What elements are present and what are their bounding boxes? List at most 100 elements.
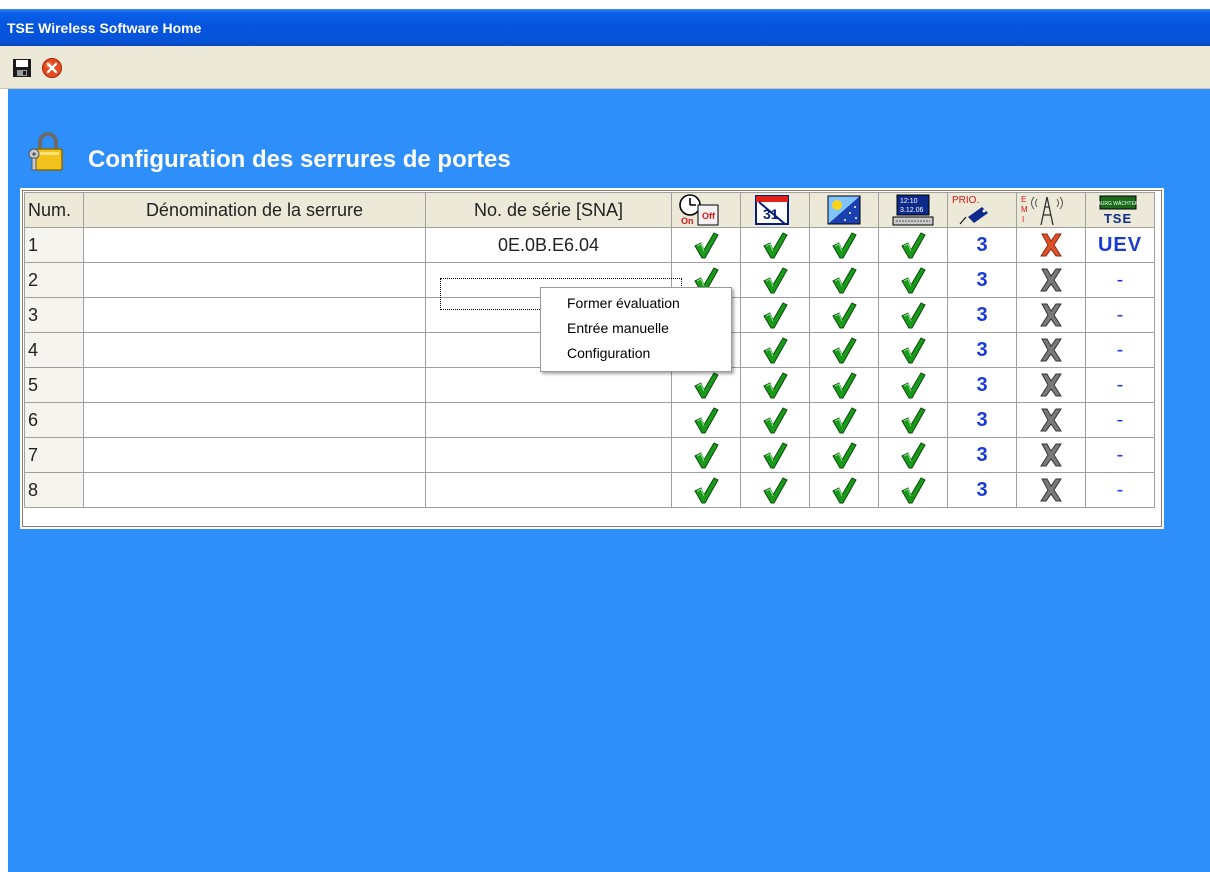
header-serial[interactable]: No. de série [SNA]	[425, 192, 672, 228]
header-emi[interactable]: E M I	[1016, 192, 1086, 228]
header-priority[interactable]: PRIO.	[947, 192, 1017, 228]
svg-text:E: E	[1021, 195, 1026, 204]
prio-cell[interactable]: 3	[947, 227, 1017, 263]
check-icon	[763, 477, 788, 504]
prio-cell[interactable]: 3	[947, 437, 1017, 473]
serial-cell[interactable]: 0E.0B.E6.04	[425, 227, 672, 263]
emi-cell[interactable]	[1016, 262, 1086, 298]
datetime-cell[interactable]	[878, 227, 948, 263]
close-button[interactable]	[41, 57, 63, 79]
menu-item-former-evaluation[interactable]: Former évaluation	[567, 295, 680, 311]
clock-cell[interactable]	[671, 437, 741, 473]
header-clock[interactable]: On Off	[671, 192, 741, 228]
day-night-cell[interactable]	[809, 437, 879, 473]
lock-name-cell[interactable]	[83, 227, 426, 263]
table-row[interactable]: 1 0E.0B.E6.04 3 UEV	[24, 227, 1155, 263]
datetime-cell[interactable]	[878, 472, 948, 508]
tse-cell[interactable]: -	[1085, 367, 1155, 403]
emi-cell[interactable]	[1016, 297, 1086, 333]
lock-name-cell[interactable]	[83, 472, 426, 508]
table-row[interactable]: 8 3 -	[24, 472, 1155, 508]
emi-cell[interactable]	[1016, 402, 1086, 438]
lock-name-cell[interactable]	[83, 402, 426, 438]
tse-cell[interactable]: -	[1085, 332, 1155, 368]
client-area: Configuration des serrures de portes Num…	[8, 89, 1210, 872]
clock-cell[interactable]	[671, 367, 741, 403]
prio-cell[interactable]: 3	[947, 472, 1017, 508]
tse-cell[interactable]: -	[1085, 472, 1155, 508]
lock-name-cell[interactable]	[83, 297, 426, 333]
header-num[interactable]: Num.	[24, 192, 84, 228]
emi-cell[interactable]	[1016, 227, 1086, 263]
emi-cell[interactable]	[1016, 472, 1086, 508]
calendar-cell[interactable]	[740, 332, 810, 368]
calendar-cell[interactable]	[740, 437, 810, 473]
day-night-cell[interactable]	[809, 332, 879, 368]
tse-cell[interactable]: -	[1085, 402, 1155, 438]
header-name[interactable]: Dénomination de la serrure	[83, 192, 426, 228]
tse-cell[interactable]: -	[1085, 297, 1155, 333]
table-row[interactable]: 6 3 -	[24, 402, 1155, 438]
check-icon	[763, 407, 788, 434]
serial-cell[interactable]	[425, 437, 672, 473]
calendar-cell[interactable]	[740, 402, 810, 438]
calendar-cell[interactable]	[740, 297, 810, 333]
check-icon	[901, 337, 926, 364]
emi-cell[interactable]	[1016, 437, 1086, 473]
table-row[interactable]: 5 3 -	[24, 367, 1155, 403]
table-row[interactable]: 7 3 -	[24, 437, 1155, 473]
clock-cell[interactable]	[671, 402, 741, 438]
emi-cell[interactable]	[1016, 332, 1086, 368]
prio-cell[interactable]: 3	[947, 402, 1017, 438]
clock-cell[interactable]	[671, 472, 741, 508]
day-night-cell[interactable]	[809, 402, 879, 438]
lock-name-cell[interactable]	[83, 262, 426, 298]
clock-cell[interactable]	[671, 227, 741, 263]
lock-name-cell[interactable]	[83, 367, 426, 403]
datetime-cell[interactable]	[878, 332, 948, 368]
calendar-cell[interactable]	[740, 227, 810, 263]
prio-cell[interactable]: 3	[947, 367, 1017, 403]
datetime-cell[interactable]	[878, 262, 948, 298]
serial-cell[interactable]	[425, 402, 672, 438]
row-num: 1	[24, 227, 84, 263]
emi-cell[interactable]	[1016, 367, 1086, 403]
day-night-cell[interactable]	[809, 227, 879, 263]
lock-name-cell[interactable]	[83, 437, 426, 473]
close-circle-icon	[42, 58, 62, 78]
header-day-night[interactable]	[809, 192, 879, 228]
day-night-cell[interactable]	[809, 297, 879, 333]
calendar-cell[interactable]	[740, 367, 810, 403]
check-icon	[901, 302, 926, 329]
prio-cell[interactable]: 3	[947, 332, 1017, 368]
cross-icon	[1040, 443, 1062, 467]
lock-name-cell[interactable]	[83, 332, 426, 368]
day-night-cell[interactable]	[809, 367, 879, 403]
header-datetime[interactable]: 12:10 3.12.06	[878, 192, 948, 228]
serial-cell[interactable]	[425, 367, 672, 403]
day-night-cell[interactable]	[809, 472, 879, 508]
menu-item-configuration[interactable]: Configuration	[567, 345, 650, 361]
header-calendar[interactable]: 31	[740, 192, 810, 228]
prio-cell[interactable]: 3	[947, 262, 1017, 298]
tse-cell[interactable]: -	[1085, 437, 1155, 473]
tse-cell[interactable]: -	[1085, 262, 1155, 298]
datetime-cell[interactable]	[878, 437, 948, 473]
calendar-cell[interactable]	[740, 472, 810, 508]
day-night-cell[interactable]	[809, 262, 879, 298]
datetime-cell[interactable]	[878, 402, 948, 438]
check-icon	[832, 232, 857, 259]
prio-cell[interactable]: 3	[947, 297, 1017, 333]
datetime-cell[interactable]	[878, 367, 948, 403]
menu-item-entree-manuelle[interactable]: Entrée manuelle	[567, 320, 669, 336]
datetime-cell[interactable]	[878, 297, 948, 333]
serial-cell[interactable]	[425, 472, 672, 508]
tse-cell[interactable]: UEV	[1085, 227, 1155, 263]
calendar-cell[interactable]	[740, 262, 810, 298]
header-tse[interactable]: BURG WÄCHTER TSE	[1085, 192, 1155, 228]
title-bar[interactable]: TSE Wireless Software Home	[0, 9, 1210, 46]
clock-off-label: Off	[702, 211, 716, 221]
check-icon	[694, 232, 719, 259]
save-button[interactable]	[11, 57, 33, 79]
datetime-display-icon: 12:10 3.12.06	[892, 194, 934, 226]
